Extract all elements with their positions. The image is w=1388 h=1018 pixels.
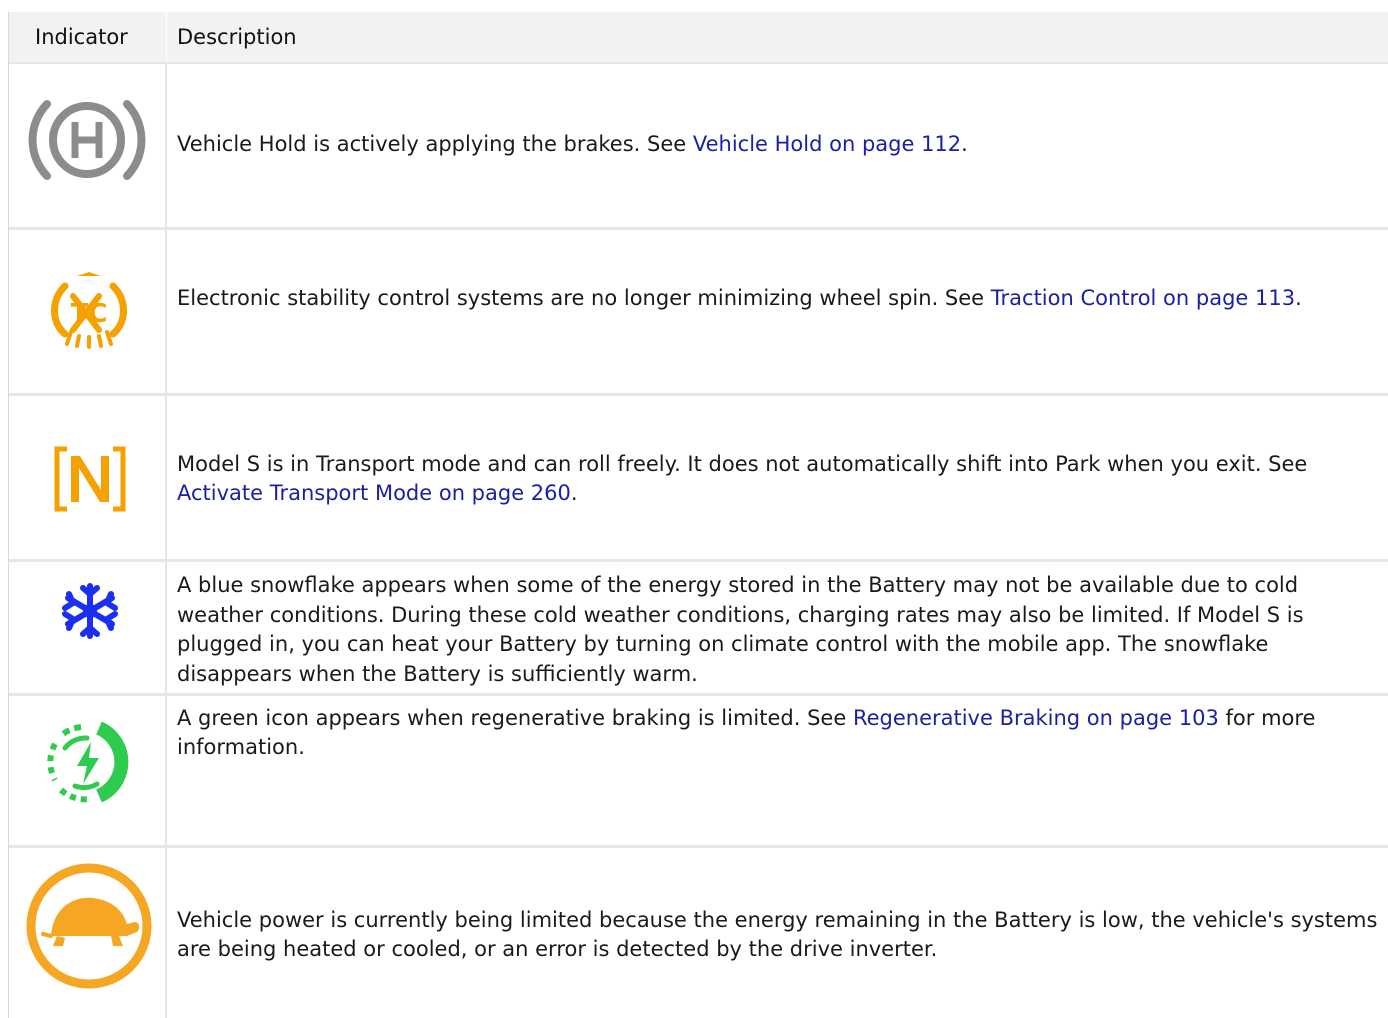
description-cell: Vehicle Hold is actively applying the br… — [167, 64, 1388, 227]
indicator-cell — [9, 848, 167, 1018]
description-text: Vehicle power is currently being limited… — [177, 908, 1378, 961]
description-text-end: . — [570, 481, 578, 505]
indicator-cell: TC — [9, 230, 167, 393]
description-cell: Vehicle power is currently being limited… — [167, 848, 1388, 1018]
traction-control-icon: TC — [51, 272, 127, 349]
table-row: Model S is in Transport mode and can rol… — [9, 396, 1388, 562]
table-row: TC Electronic stability control systems … — [9, 230, 1388, 396]
description-text-end: . — [1295, 286, 1302, 310]
header-description: Description — [177, 25, 297, 49]
link-vehicle-hold[interactable]: Vehicle Hold on page 112 — [693, 132, 961, 156]
indicator-cell — [9, 696, 167, 845]
reduced-power-turtle-icon — [26, 863, 152, 989]
table-row: A green icon appears when regenerative b… — [9, 696, 1388, 848]
regen-braking-limited-icon — [47, 721, 129, 803]
table-header: Indicator Description — [9, 12, 1388, 64]
description-text: Model S is in Transport mode and can rol… — [177, 452, 1308, 476]
description-cell: A green icon appears when regenerative b… — [167, 696, 1388, 845]
indicator-cell — [9, 562, 167, 693]
link-transport-mode[interactable]: Activate Transport Mode on page 260 — [177, 481, 571, 505]
description-cell: A blue snowflake appears when some of th… — [167, 562, 1388, 693]
table-row: Vehicle Hold is actively applying the br… — [9, 64, 1388, 230]
link-regenerative-braking[interactable]: Regenerative Braking on page 103 — [853, 706, 1219, 730]
vehicle-hold-icon — [28, 100, 146, 180]
indicator-cell — [9, 64, 167, 227]
snowflake-icon — [62, 583, 118, 639]
description-text: Electronic stability control systems are… — [177, 286, 991, 310]
description-text: A blue snowflake appears when some of th… — [177, 573, 1304, 686]
description-cell: Electronic stability control systems are… — [167, 230, 1388, 393]
link-traction-control[interactable]: Traction Control on page 113 — [991, 286, 1295, 310]
header-indicator: Indicator — [9, 12, 167, 62]
description-text-end: . — [961, 132, 968, 156]
table-row: Vehicle power is currently being limited… — [9, 848, 1388, 1018]
description-text: A green icon appears when regenerative b… — [177, 706, 853, 730]
transport-mode-icon — [54, 446, 126, 512]
indicator-table: Indicator Description Vehicle Hold is ac… — [8, 12, 1388, 1018]
table-row: A blue snowflake appears when some of th… — [9, 562, 1388, 696]
description-cell: Model S is in Transport mode and can rol… — [167, 396, 1388, 559]
svg-text:TC: TC — [71, 299, 108, 329]
indicator-cell — [9, 396, 167, 559]
description-text: Vehicle Hold is actively applying the br… — [177, 132, 693, 156]
